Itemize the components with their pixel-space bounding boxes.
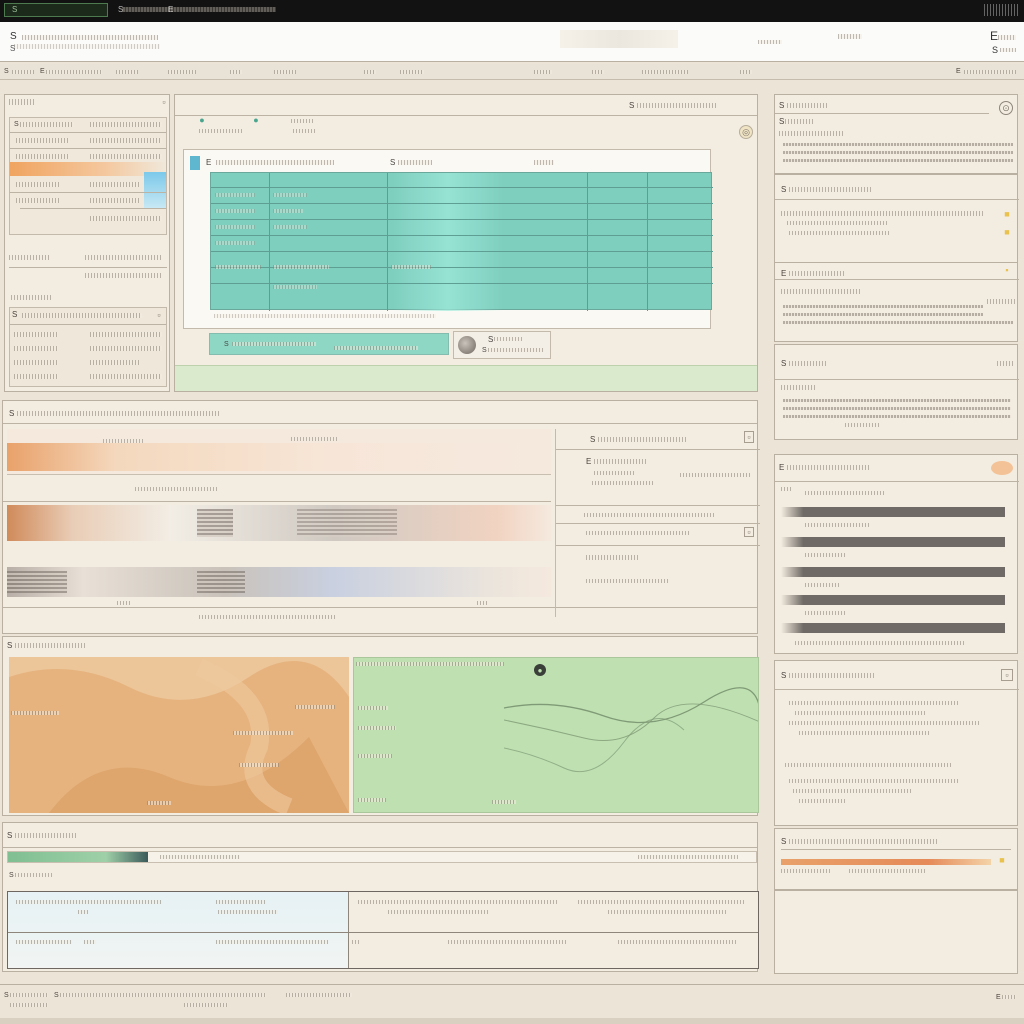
right-box-3-title: E — [781, 269, 787, 278]
middle-panel: S S ▫ E ▫ — [2, 400, 760, 634]
header-right-bottom: S — [992, 45, 999, 55]
left-list-accent — [144, 172, 166, 208]
toolbar: S E E — [0, 64, 1024, 80]
map-shape — [9, 657, 349, 813]
left-list: S — [9, 117, 167, 235]
header: S S E S — [0, 22, 1024, 62]
right-box-7: S ■ — [774, 828, 1018, 890]
right-box-5: E — [774, 454, 1019, 654]
line-chart-panel: ● — [353, 657, 759, 813]
right-box-4-title: S — [781, 359, 787, 368]
avatar — [458, 336, 476, 354]
right-box-7-progress — [781, 859, 991, 865]
bottom-table — [7, 891, 759, 969]
right-bar-5 — [781, 623, 1005, 633]
badge-icon: ■ — [1004, 209, 1010, 219]
right-bar-1 — [781, 507, 1005, 517]
refresh-icon[interactable]: ◎ — [739, 125, 753, 139]
info-icon[interactable]: ⊙ — [999, 101, 1013, 115]
header-search[interactable] — [560, 30, 678, 48]
bar-row-1 — [7, 429, 551, 491]
right-box-5-title: E — [779, 463, 785, 472]
star-icon[interactable]: ▪ — [1001, 265, 1013, 275]
right-box-7-badge: ■ — [999, 855, 1005, 865]
right-box-6-title: S — [781, 671, 787, 680]
page-title: S — [10, 32, 17, 42]
right-bar-2 — [781, 537, 1005, 547]
line-chart-svg — [503, 687, 758, 773]
toolbar-item-1[interactable]: S — [4, 67, 12, 77]
footer: S S E — [0, 984, 1024, 1018]
right-box-6: S ▫ — [774, 660, 1019, 826]
bottom-title: S — [7, 831, 13, 840]
bar-row-3 — [7, 567, 551, 599]
teal-accent-icon — [190, 156, 200, 170]
left-section-b: S ▫ — [9, 307, 167, 387]
header-right-top: E — [990, 31, 999, 41]
bar-row-2 — [7, 505, 551, 545]
right-box-1: S ⊙ S — [774, 94, 1018, 174]
expand-icon[interactable]: ▫ — [744, 527, 754, 537]
map-panel — [9, 657, 349, 813]
right-box-3: E ▪ — [774, 262, 1019, 342]
section-menu-icon[interactable]: ▫ — [154, 310, 164, 320]
bottom-panel: S S — [2, 822, 759, 972]
window-controls-icon[interactable] — [984, 4, 1018, 16]
green-dot-icon-2[interactable]: ● — [251, 115, 261, 125]
middle-card-menu-icon[interactable]: ▫ — [744, 431, 754, 443]
middle-title: S — [9, 409, 15, 418]
page-subtitle: S — [10, 44, 16, 53]
chart-strip: S ● — [2, 636, 759, 816]
table-frame: E S — [183, 149, 713, 329]
middle-card-title: S — [590, 435, 596, 444]
main-panel: S ● ● ◎ E S S S S — [174, 94, 758, 392]
right-box-4: S — [774, 344, 1019, 440]
table-column-label: S — [390, 158, 396, 167]
title-bar: S S E — [0, 0, 1024, 22]
footer-progress-label: S — [224, 341, 229, 348]
middle-card-sub: E — [586, 457, 592, 466]
right-bar-4 — [781, 595, 1005, 605]
left-list-item-selected[interactable] — [10, 162, 166, 176]
toolbar-right[interactable]: E — [956, 67, 964, 77]
bottom-border — [0, 1018, 1024, 1024]
status-strip — [175, 365, 757, 391]
right-bar-3 — [781, 567, 1005, 577]
data-table — [210, 172, 713, 311]
right-box-8 — [774, 890, 1018, 974]
orange-dot-icon[interactable] — [991, 461, 1013, 475]
table-title: E — [206, 158, 212, 167]
bottom-progress — [7, 851, 757, 863]
chart-strip-title: S — [7, 641, 13, 650]
footer-card[interactable]: S S — [453, 331, 551, 359]
right-box-6-menu-icon[interactable]: ▫ — [1001, 669, 1013, 681]
left-panel: ▫ S S ▫ — [4, 94, 170, 392]
app-tab[interactable] — [4, 3, 108, 17]
right-panel: S ⊙ S S ■ ■ E ▪ S E S ▫ S ■ — [774, 94, 1020, 974]
green-dot-icon[interactable]: ● — [197, 115, 207, 125]
badge-icon-2: ■ — [1004, 227, 1010, 237]
middle-card: S ▫ E ▫ — [555, 429, 760, 617]
right-box-7-title: S — [781, 837, 787, 846]
main-header-label: S — [629, 101, 635, 110]
footer-progress-bar: S — [209, 333, 449, 355]
right-box-1-title: S — [779, 101, 785, 110]
window-title: S — [12, 5, 18, 14]
right-box-2-title: S — [781, 185, 787, 194]
left-section-b-title: S — [12, 310, 18, 319]
panel-collapse-icon[interactable]: ▫ — [159, 97, 169, 107]
